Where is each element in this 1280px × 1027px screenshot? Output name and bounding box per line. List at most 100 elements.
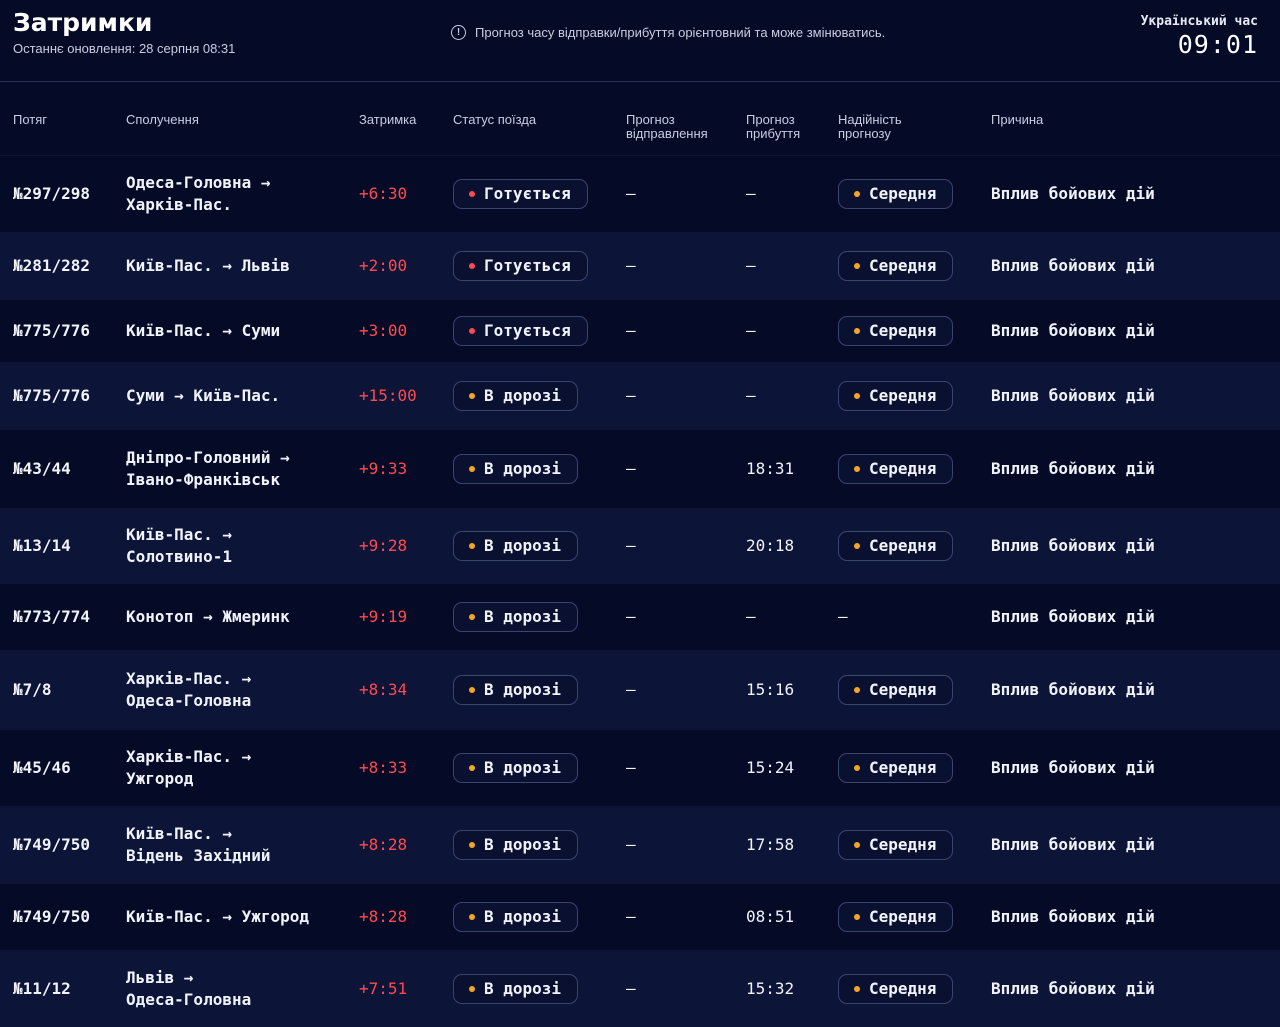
status-label: В дорозі [484, 979, 562, 998]
col-route: Сполучення [126, 112, 199, 127]
arrival-forecast: — [746, 321, 756, 340]
status-cell: В дорозі [453, 675, 579, 705]
reliability-label: Середня [869, 680, 937, 699]
reliability-badge: Середня [838, 454, 954, 484]
departure-forecast: — [626, 907, 636, 926]
table-row[interactable]: №45/46 Харків-Пас. → Ужгород +8:33 В дор… [0, 729, 1280, 806]
route-line2: Відень Західний [126, 846, 271, 865]
delay-reason: Вплив бойових дій [991, 680, 1155, 699]
reliability-label: Середня [869, 758, 937, 777]
route: Конотоп → Жмеринк [126, 606, 290, 628]
status-cell: Готується [453, 316, 588, 346]
route-line1: Київ-Пас. → Ужгород [126, 907, 310, 926]
train-number: №773/774 [13, 607, 91, 626]
table-row[interactable]: №43/44 Дніпро-Головний → Івано-Франківсь… [0, 429, 1280, 508]
reliability-cell: Середня [838, 531, 954, 561]
delay-value: +9:19 [359, 607, 408, 626]
departure-forecast: — [626, 758, 636, 777]
table-row[interactable]: №13/14 Київ-Пас. → Солотвино-1 +9:28 В д… [0, 508, 1280, 583]
delay-reason: Вплив бойових дій [991, 607, 1155, 626]
delay-reason: Вплив бойових дій [991, 184, 1155, 203]
status-label: Готується [484, 321, 571, 340]
route-line1: Київ-Пас. → [126, 525, 232, 544]
status-label: В дорозі [484, 758, 562, 777]
reliability-badge: Середня [838, 974, 954, 1004]
status-badge: В дорозі [453, 381, 579, 411]
col-train: Потяг [13, 112, 48, 127]
reliability-label: Середня [869, 386, 937, 405]
delay-value: +15:00 [359, 386, 417, 405]
table-row[interactable]: №749/750 Київ-Пас. → Відень Західний +8:… [0, 806, 1280, 883]
col-departure-line2: відправлення [626, 126, 708, 141]
reliability-cell: Середня [838, 454, 954, 484]
train-number: №297/298 [13, 184, 91, 203]
status-dot-icon [469, 986, 475, 992]
delay-value: +9:33 [359, 459, 408, 478]
route-line1: Львів → [126, 968, 194, 987]
status-badge: В дорозі [453, 454, 579, 484]
status-cell: В дорозі [453, 830, 579, 860]
table-row[interactable]: №7/8 Харків-Пас. → Одеса-Головна +8:34 В… [0, 650, 1280, 729]
status-cell: Готується [453, 251, 588, 281]
table-row[interactable]: №775/776 Суми → Київ-Пас. +15:00 В дороз… [0, 362, 1280, 429]
departure-forecast: — [626, 835, 636, 854]
status-label: В дорозі [484, 607, 562, 626]
departure-forecast: — [626, 979, 636, 998]
route-line1: Харків-Пас. → [126, 669, 252, 688]
last-updated: Останнє оновлення: 28 серпня 08:31 [13, 41, 236, 56]
status-badge: Готується [453, 179, 588, 209]
delay-reason: Вплив бойових дій [991, 386, 1155, 405]
reliability-badge: Середня [838, 902, 954, 932]
status-badge: В дорозі [453, 602, 579, 632]
col-departure: Прогноз відправлення [626, 113, 708, 141]
col-delay: Затримка [359, 112, 417, 127]
delay-value: +8:28 [359, 835, 408, 854]
col-arrival-line2: прибуття [746, 126, 801, 141]
notice-text: Прогноз часу відправки/прибуття орієнтов… [475, 25, 886, 40]
delay-value: +2:00 [359, 256, 408, 275]
status-cell: В дорозі [453, 753, 579, 783]
arrival-forecast: 08:51 [746, 907, 795, 926]
train-number: №45/46 [13, 758, 71, 777]
reliability-cell: Середня [838, 974, 954, 1004]
table-row[interactable]: №749/750 Київ-Пас. → Ужгород +8:28 В дор… [0, 883, 1280, 950]
table-row[interactable]: №11/12 Львів → Одеса-Головна +7:51 В дор… [0, 950, 1280, 1027]
status-label: В дорозі [484, 536, 562, 555]
route-line1: Харків-Пас. → [126, 747, 252, 766]
status-dot-icon [469, 614, 475, 620]
reliability-dot-icon [854, 765, 860, 771]
status-dot-icon [469, 263, 475, 269]
table-row[interactable]: №773/774 Конотоп → Жмеринк +9:19 В дороз… [0, 583, 1280, 650]
status-label: В дорозі [484, 680, 562, 699]
status-label: В дорозі [484, 459, 562, 478]
status-dot-icon [469, 393, 475, 399]
status-label: В дорозі [484, 386, 562, 405]
table-row[interactable]: №281/282 Київ-Пас. → Львів +2:00 Готуєть… [0, 232, 1280, 299]
status-dot-icon [469, 543, 475, 549]
status-cell: В дорозі [453, 381, 579, 411]
reliability-badge: Середня [838, 753, 954, 783]
status-cell: В дорозі [453, 454, 579, 484]
reliability-label: Середня [869, 979, 937, 998]
table-row[interactable]: №297/298 Одеса-Головна → Харків-Пас. +6:… [0, 155, 1280, 232]
reliability-dot-icon [854, 191, 860, 197]
status-label: Готується [484, 184, 571, 203]
route: Харків-Пас. → Ужгород [126, 746, 251, 790]
route: Харків-Пас. → Одеса-Головна [126, 668, 251, 712]
reliability-badge: Середня [838, 675, 954, 705]
train-number: №7/8 [13, 680, 52, 699]
status-label: В дорозі [484, 907, 562, 926]
reliability-label: Середня [869, 321, 937, 340]
reliability-cell: Середня [838, 251, 954, 281]
departure-forecast: — [626, 386, 636, 405]
status-badge: Готується [453, 316, 588, 346]
table-row[interactable]: №775/776 Київ-Пас. → Суми +3:00 Готуєтьс… [0, 299, 1280, 362]
route: Київ-Пас. → Ужгород [126, 906, 309, 928]
route-line1: Одеса-Головна → [126, 173, 271, 192]
reliability-dot-icon [854, 393, 860, 399]
reliability-cell: Середня [838, 675, 954, 705]
route: Київ-Пас. → Солотвино-1 [126, 524, 232, 568]
route-line1: Київ-Пас. → Львів [126, 256, 290, 275]
reliability-dot-icon [854, 914, 860, 920]
route: Дніпро-Головний → Івано-Франківськ [126, 447, 290, 491]
